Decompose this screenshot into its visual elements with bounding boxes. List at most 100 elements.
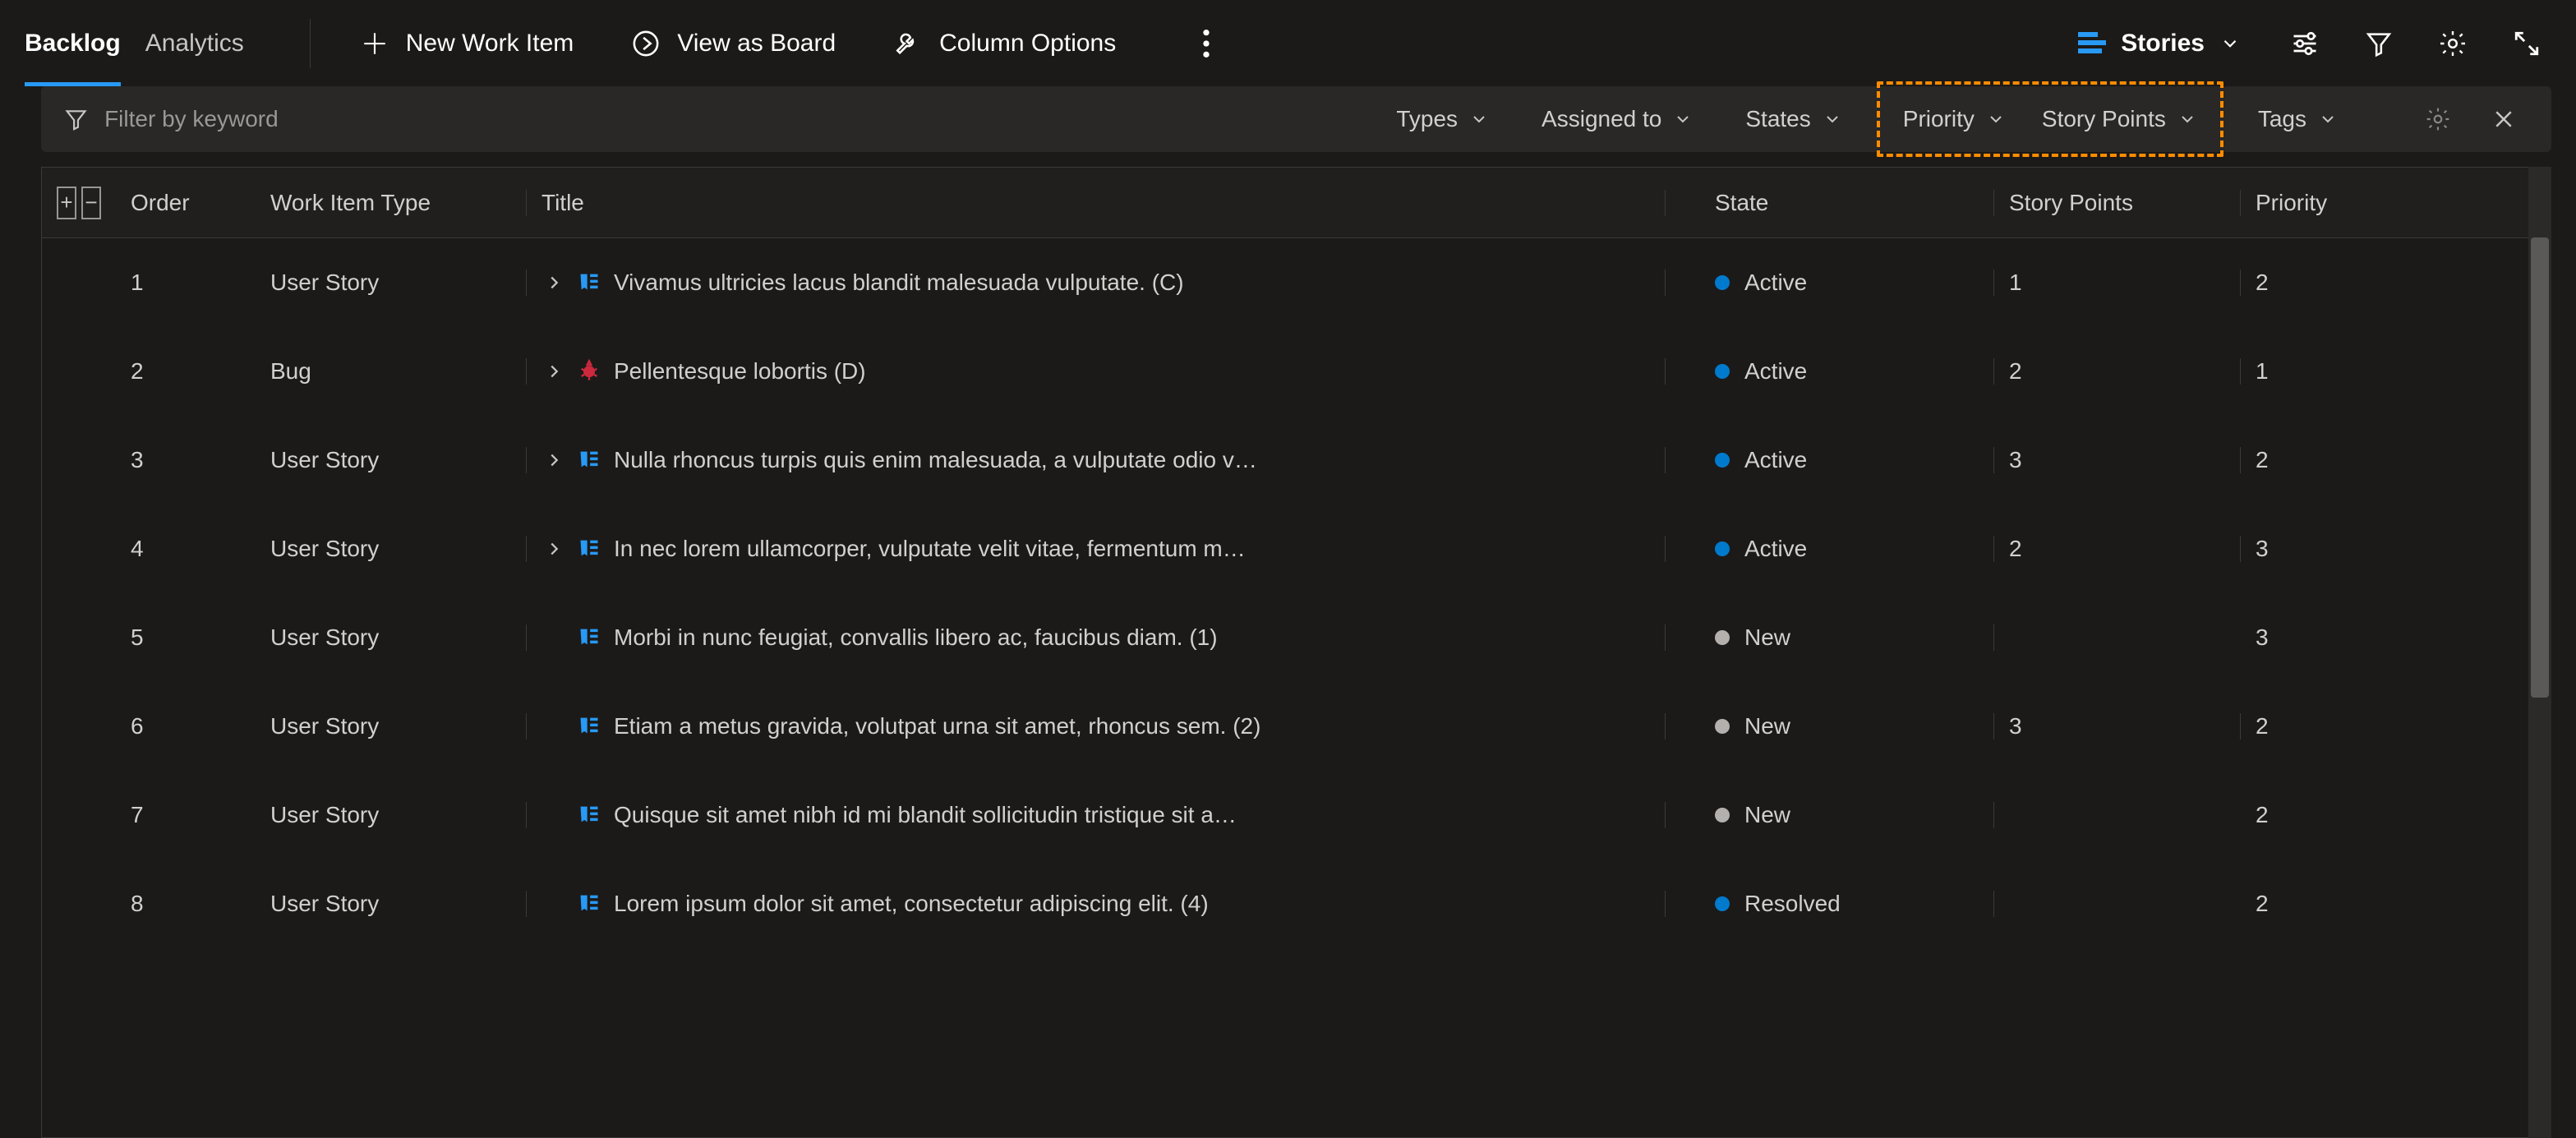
new-work-item-label: New Work Item bbox=[406, 30, 574, 58]
column-order[interactable]: Order bbox=[116, 190, 256, 216]
table-row[interactable]: 7User StoryQuisque sit amet nibh id mi b… bbox=[42, 771, 2528, 859]
state-dot-icon bbox=[1715, 896, 1730, 911]
state-dot-icon bbox=[1715, 719, 1730, 734]
cell-title[interactable]: Vivamus ultricies lacus blandit malesuad… bbox=[527, 270, 1666, 296]
view-tabs: Backlog Analytics bbox=[25, 0, 285, 86]
cell-type: User Story bbox=[256, 802, 527, 828]
filter-tags[interactable]: Tags bbox=[2240, 98, 2356, 141]
sliders-icon bbox=[2290, 29, 2320, 58]
new-work-item-button[interactable]: New Work Item bbox=[335, 21, 598, 67]
chevron-down-icon bbox=[2177, 109, 2197, 129]
more-actions-button[interactable] bbox=[1182, 19, 1231, 68]
table-row[interactable]: 2BugPellentesque lobortis (D)Active21 bbox=[42, 327, 2528, 416]
cell-priority: 3 bbox=[2241, 624, 2491, 651]
filter-icon bbox=[64, 107, 88, 131]
collapse-all-icon[interactable]: − bbox=[81, 187, 101, 219]
gear-icon bbox=[2438, 29, 2468, 58]
cell-type: User Story bbox=[256, 713, 527, 739]
state-label: Active bbox=[1744, 447, 1807, 473]
filter-chip-label: Tags bbox=[2258, 106, 2306, 132]
filter-assigned-to[interactable]: Assigned to bbox=[1523, 98, 1711, 141]
state-label: New bbox=[1744, 802, 1790, 828]
table-row[interactable]: 5User StoryMorbi in nunc feugiat, conval… bbox=[42, 593, 2528, 682]
column-state[interactable]: State bbox=[1666, 190, 1994, 216]
cell-type: User Story bbox=[256, 624, 527, 651]
column-priority[interactable]: Priority bbox=[2241, 190, 2491, 216]
enter-fullscreen-icon bbox=[2513, 30, 2541, 58]
filter-story-points[interactable]: Story Points bbox=[2024, 98, 2215, 141]
cell-order: 3 bbox=[116, 447, 256, 473]
chevron-right-icon[interactable] bbox=[541, 540, 566, 558]
table-row[interactable]: 6User StoryEtiam a metus gravida, volutp… bbox=[42, 682, 2528, 771]
column-options-label: Column Options bbox=[939, 30, 1116, 58]
cell-order: 6 bbox=[116, 713, 256, 739]
cell-priority: 2 bbox=[2241, 447, 2491, 473]
cell-story-points: 3 bbox=[1994, 713, 2241, 739]
state-dot-icon bbox=[1715, 541, 1730, 556]
table-row[interactable]: 4User StoryIn nec lorem ullamcorper, vul… bbox=[42, 504, 2528, 593]
cell-story-points: 2 bbox=[1994, 358, 2241, 385]
view-options-button[interactable] bbox=[2280, 19, 2329, 68]
close-icon bbox=[2491, 107, 2516, 131]
filter-chip-label: Story Points bbox=[2042, 106, 2166, 132]
cell-order: 2 bbox=[116, 358, 256, 385]
cell-story-points: 3 bbox=[1994, 447, 2241, 473]
board-icon bbox=[631, 29, 661, 58]
filter-chip-label: Assigned to bbox=[1541, 106, 1661, 132]
filter-states[interactable]: States bbox=[1727, 98, 1859, 141]
filter-priority[interactable]: Priority bbox=[1885, 98, 2024, 141]
work-item-title: Lorem ipsum dolor sit amet, consectetur … bbox=[614, 891, 1209, 917]
highlighted-filters: Priority Story Points bbox=[1877, 81, 2223, 157]
scrollbar-thumb[interactable] bbox=[2531, 237, 2549, 698]
filter-keyword-field[interactable] bbox=[64, 106, 1362, 132]
grid-header: + − Order Work Item Type Title State Sto… bbox=[42, 168, 2528, 238]
cell-priority: 2 bbox=[2241, 270, 2491, 296]
settings-button[interactable] bbox=[2428, 19, 2477, 68]
state-label: Active bbox=[1744, 358, 1807, 385]
backlog-level-picker[interactable]: Stories bbox=[2063, 21, 2256, 66]
filter-toggle-button[interactable] bbox=[2354, 19, 2403, 68]
fullscreen-button[interactable] bbox=[2502, 19, 2551, 68]
vertical-scrollbar[interactable] bbox=[2528, 167, 2551, 1138]
table-row[interactable]: 3User StoryNulla rhoncus turpis quis eni… bbox=[42, 416, 2528, 504]
chevron-right-icon[interactable] bbox=[541, 274, 566, 292]
cell-title[interactable]: Lorem ipsum dolor sit amet, consectetur … bbox=[527, 891, 1666, 917]
cell-title[interactable]: Nulla rhoncus turpis quis enim malesuada… bbox=[527, 447, 1666, 473]
cell-title[interactable]: Pellentesque lobortis (D) bbox=[527, 358, 1666, 385]
column-work-item-type[interactable]: Work Item Type bbox=[256, 190, 527, 216]
user-story-icon bbox=[578, 448, 602, 472]
user-story-icon bbox=[578, 625, 602, 650]
cell-priority: 1 bbox=[2241, 358, 2491, 385]
cell-type: User Story bbox=[256, 270, 527, 296]
filter-keyword-input[interactable] bbox=[104, 106, 1362, 132]
column-story-points[interactable]: Story Points bbox=[1994, 190, 2241, 216]
close-filter-button[interactable] bbox=[2479, 94, 2528, 144]
cell-title[interactable]: In nec lorem ullamcorper, vulputate veli… bbox=[527, 536, 1666, 562]
expand-all-icon[interactable]: + bbox=[57, 187, 76, 219]
expand-collapse-header[interactable]: + − bbox=[42, 187, 116, 219]
cell-title[interactable]: Etiam a metus gravida, volutpat urna sit… bbox=[527, 713, 1666, 739]
tab-backlog[interactable]: Backlog bbox=[25, 0, 121, 86]
column-title[interactable]: Title bbox=[527, 190, 1666, 216]
work-item-title: Morbi in nunc feugiat, convallis libero … bbox=[614, 624, 1218, 651]
column-options-button[interactable]: Column Options bbox=[869, 21, 1141, 67]
backlog-level-label: Stories bbox=[2121, 30, 2205, 58]
chevron-right-icon[interactable] bbox=[541, 362, 566, 380]
filter-types[interactable]: Types bbox=[1378, 98, 1507, 141]
table-row[interactable]: 1User StoryVivamus ultricies lacus bland… bbox=[42, 238, 2528, 327]
filter-chip-label: Priority bbox=[1903, 106, 1975, 132]
stories-level-icon bbox=[2078, 32, 2106, 55]
cell-title[interactable]: Morbi in nunc feugiat, convallis libero … bbox=[527, 624, 1666, 651]
bug-icon bbox=[578, 359, 602, 384]
tab-analytics[interactable]: Analytics bbox=[145, 0, 244, 86]
chevron-down-icon bbox=[2318, 109, 2338, 129]
cell-story-points: 1 bbox=[1994, 270, 2241, 296]
chevron-right-icon[interactable] bbox=[541, 451, 566, 469]
table-row[interactable]: 8User StoryLorem ipsum dolor sit amet, c… bbox=[42, 859, 2528, 948]
wrench-icon bbox=[893, 29, 923, 58]
cell-order: 1 bbox=[116, 270, 256, 296]
state-label: Active bbox=[1744, 270, 1807, 296]
filter-settings-button[interactable] bbox=[2413, 94, 2463, 144]
view-as-board-button[interactable]: View as Board bbox=[606, 21, 860, 67]
cell-title[interactable]: Quisque sit amet nibh id mi blandit soll… bbox=[527, 802, 1666, 828]
